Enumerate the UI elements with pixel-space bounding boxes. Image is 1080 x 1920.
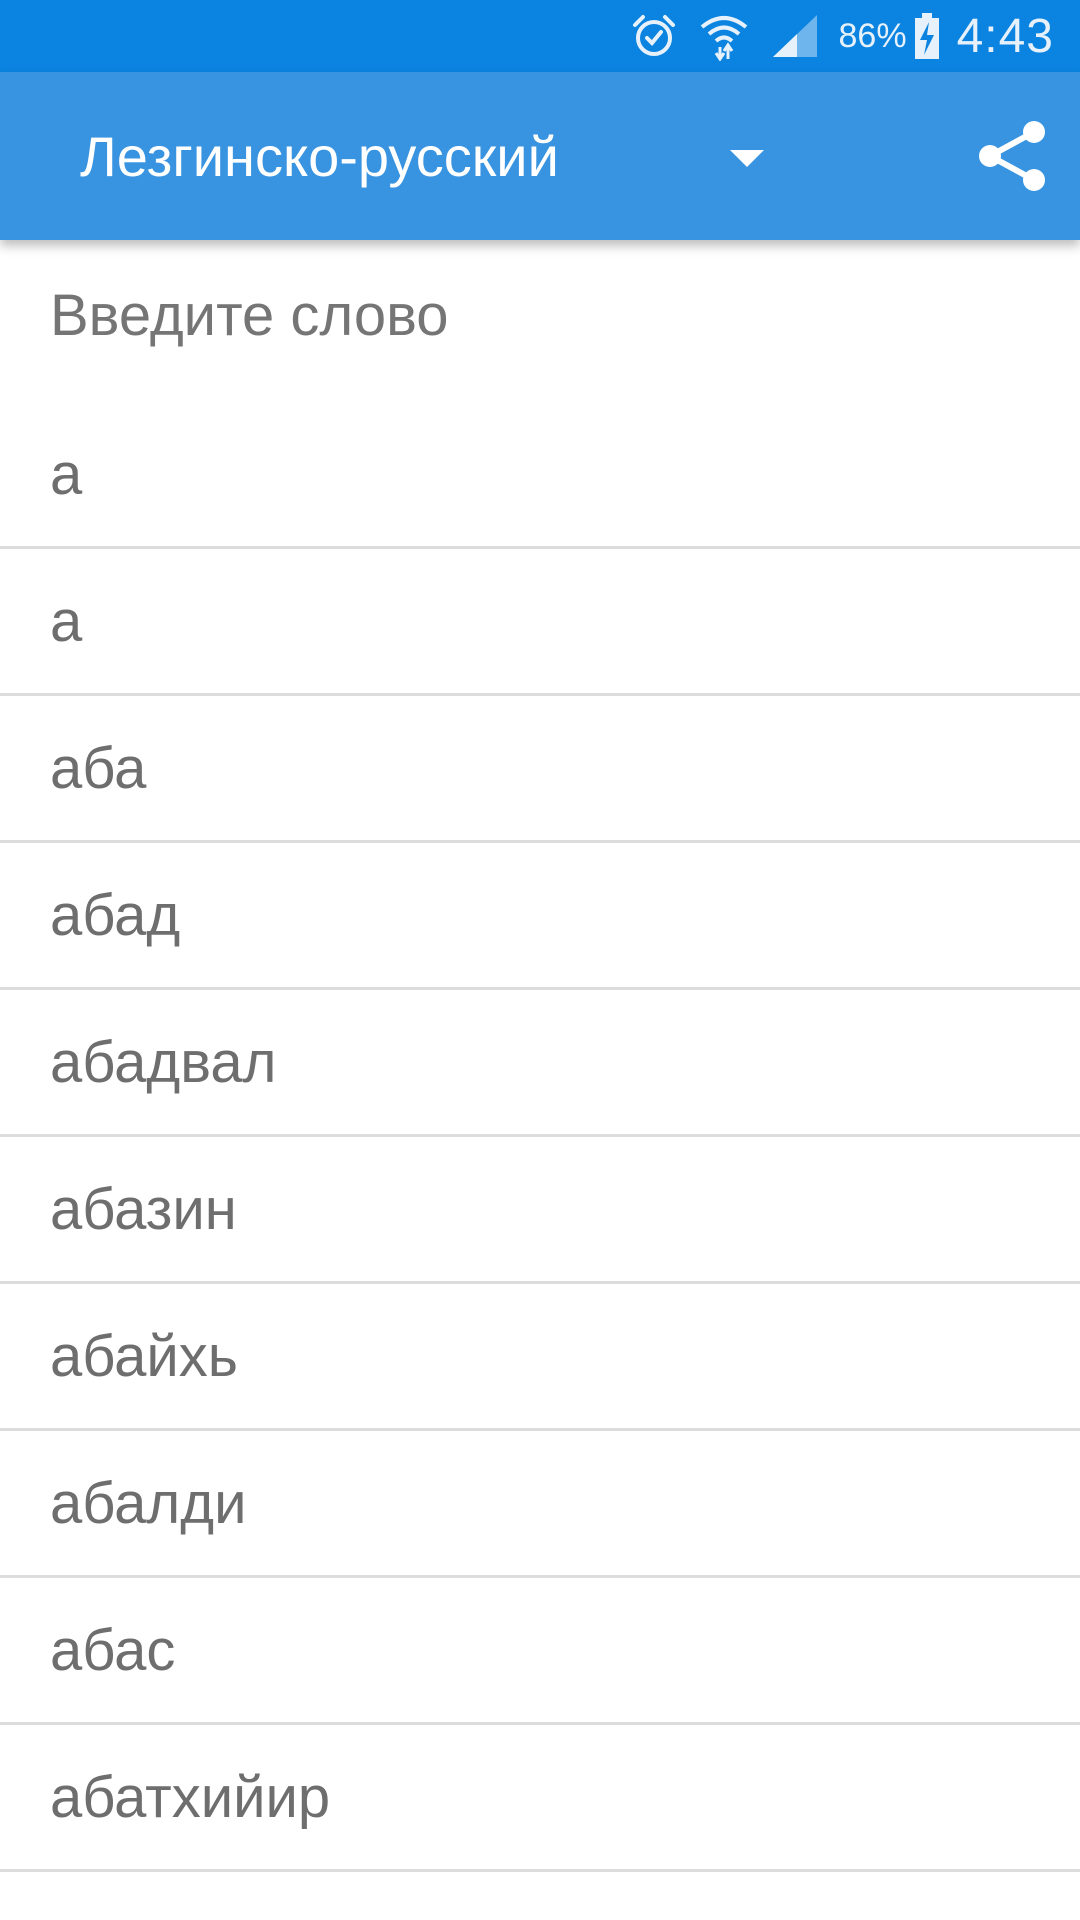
list-item[interactable]: а xyxy=(0,402,1080,549)
language-label: Лезгинско-русский xyxy=(80,124,559,188)
language-selector[interactable]: Лезгинско-русский xyxy=(80,72,780,240)
list-item[interactable]: абадвал xyxy=(0,990,1080,1137)
list-item[interactable]: абалди xyxy=(0,1431,1080,1578)
app-bar: Лезгинско-русский xyxy=(0,72,1080,240)
search-input[interactable] xyxy=(0,240,1080,390)
signal-icon xyxy=(771,13,819,59)
alarm-icon xyxy=(631,13,677,59)
list-item[interactable]: абазин xyxy=(0,1137,1080,1284)
list-item[interactable]: а xyxy=(0,549,1080,696)
status-bar: 86% 4:43 xyxy=(0,0,1080,72)
share-icon xyxy=(979,121,1045,191)
clock-time: 4:43 xyxy=(956,9,1054,63)
dropdown-arrow-icon xyxy=(730,150,764,167)
list-item[interactable]: абатхийир xyxy=(0,1725,1080,1872)
list-item[interactable]: абад xyxy=(0,843,1080,990)
list-item[interactable]: абайхь xyxy=(0,1284,1080,1431)
word-list: а а аба абад абадвал абазин абайхь абалд… xyxy=(0,402,1080,1872)
battery-percent: 86% xyxy=(838,16,907,55)
list-item[interactable]: аба xyxy=(0,696,1080,843)
share-button[interactable] xyxy=(974,118,1050,194)
battery-charging-icon xyxy=(913,12,941,60)
wifi-icon xyxy=(699,11,749,61)
list-item[interactable]: абас xyxy=(0,1578,1080,1725)
